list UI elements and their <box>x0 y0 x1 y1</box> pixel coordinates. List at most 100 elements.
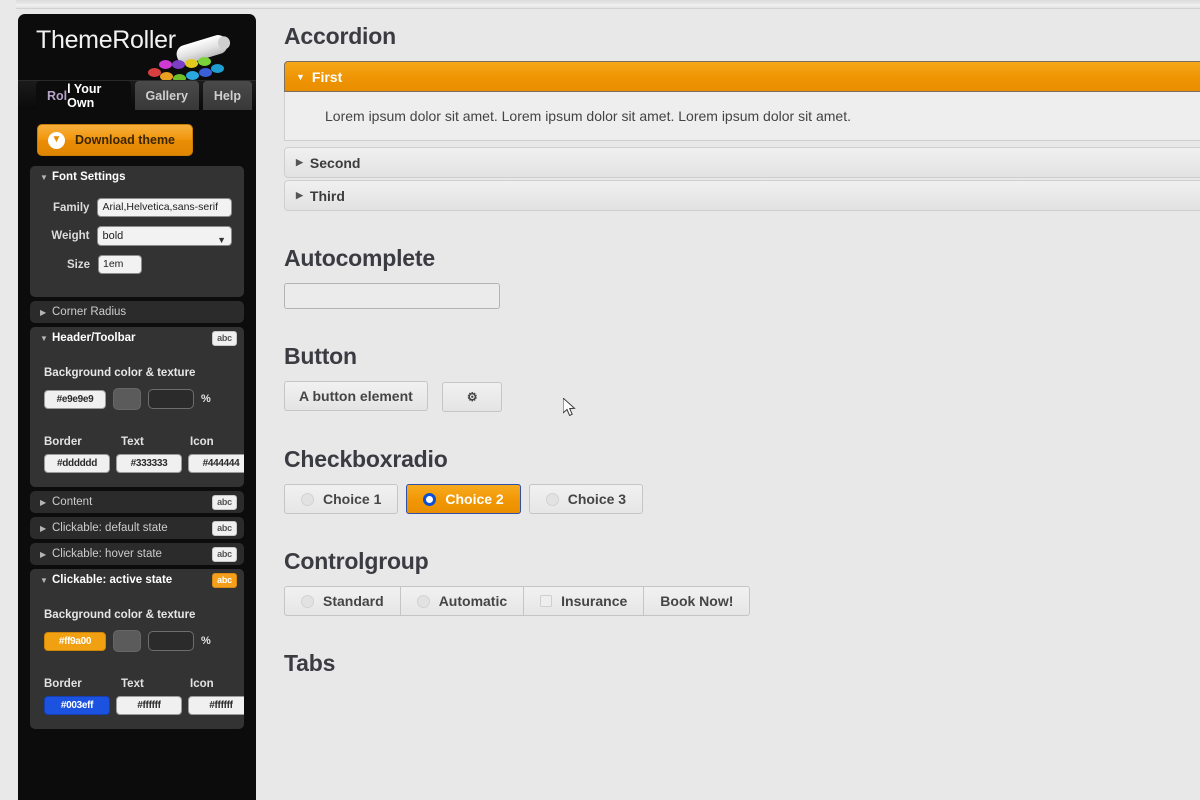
header-toolbar-text-label: Text <box>121 436 144 448</box>
chevron-down-icon: ▼ <box>40 172 48 182</box>
controlgroup-automatic[interactable]: Automatic <box>399 586 524 616</box>
group-clickable-default-title: Clickable: default state <box>52 522 168 534</box>
accordion-header-first-label: First <box>311 68 343 85</box>
font-size-input[interactable]: 1em <box>98 255 142 274</box>
clickable-active-bg-label: Background color & texture <box>44 609 196 621</box>
header-toolbar-color-row: #dddddd #333333 #444444 <box>42 454 244 473</box>
download-theme-button[interactable]: ▼ Download theme <box>37 124 193 156</box>
checkbox-icon <box>540 595 553 607</box>
sidebar-tabs: Rol l Your Own Gallery Help <box>18 80 256 110</box>
group-clickable-default-badge[interactable]: abc <box>212 520 237 536</box>
themeroller-sidebar: ThemeRoller Roll Your Own Gallery Help <box>18 14 256 800</box>
checkboxradio-choice-3[interactable]: Choice 3 <box>528 484 644 514</box>
font-family-input[interactable]: Arial,Helvetica,sans-serif <box>97 198 232 217</box>
radio-icon <box>301 594 314 608</box>
font-family-label: Family <box>53 201 90 214</box>
gear-icon-button[interactable]: ⚙ <box>442 382 503 412</box>
mouse-cursor <box>563 398 576 417</box>
accordion-panel-first: Lorem ipsum dolor sit amet. Lorem ipsum … <box>284 92 1200 141</box>
controlgroup-insurance[interactable]: Insurance <box>523 586 644 616</box>
screen-root: ThemeRoller Roll Your Own Gallery Help <box>0 0 1200 800</box>
clickable-active-icon-color-input[interactable]: #ffffff <box>188 696 244 715</box>
controlgroup-insurance-label: Insurance <box>561 593 628 609</box>
group-clickable-default-header[interactable]: ▶ Clickable: default state abc <box>30 517 244 539</box>
header-toolbar-opacity-input[interactable] <box>148 389 194 409</box>
header-toolbar-icon-color-input[interactable]: #444444 <box>188 454 244 473</box>
tab-help[interactable]: Help <box>202 81 252 110</box>
download-arrow-icon: ▼ <box>48 131 65 149</box>
accordion-header-third[interactable]: ▶ Third <box>284 180 1200 211</box>
clickable-active-bg-color-input[interactable]: #ff9a00 <box>44 631 106 651</box>
window-left-frame <box>0 0 16 800</box>
controlgroup-widget: Standard Automatic Insurance Book Now! <box>284 586 1200 616</box>
group-font-settings-title: Font Settings <box>52 171 126 183</box>
controlgroup-book-now[interactable]: Book Now! <box>643 586 751 616</box>
header-toolbar-text-color-input[interactable]: #333333 <box>116 454 182 473</box>
checkboxradio-heading: Checkboxradio <box>284 446 448 472</box>
header-toolbar-percent-sign: % <box>201 393 211 405</box>
clickable-active-bg-row: #ff9a00 % <box>42 630 232 652</box>
chevron-right-icon: ▶ <box>40 307 47 317</box>
sidebar-header: ThemeRoller <box>18 14 256 83</box>
clickable-active-icon-label: Icon <box>190 678 214 690</box>
autocomplete-input[interactable] <box>284 283 500 309</box>
group-header-toolbar-badge[interactable]: abc <box>212 330 237 346</box>
group-content-badge[interactable]: abc <box>212 494 237 510</box>
button-row: A button element ⚙ <box>284 381 1200 412</box>
tab-gallery[interactable]: Gallery <box>134 81 199 110</box>
chevron-right-icon: ▶ <box>296 157 303 167</box>
controlgroup-heading: Controlgroup <box>284 548 429 574</box>
group-corner-radius: ▶ Corner Radius <box>30 301 244 323</box>
a-button-element-button[interactable]: A button element <box>284 381 428 411</box>
clickable-active-texture-picker[interactable] <box>113 630 141 652</box>
tabs-heading: Tabs <box>284 650 336 676</box>
checkboxradio-choice-2[interactable]: Choice 2 <box>406 484 521 514</box>
chevron-down-icon: ▼ <box>40 575 48 585</box>
group-clickable-active-header[interactable]: ▼ Clickable: active state abc <box>30 569 244 591</box>
clickable-active-border-color-input[interactable]: #003eff <box>44 696 110 715</box>
group-header-toolbar-title: Header/Toolbar <box>52 332 136 344</box>
controlgroup-standard[interactable]: Standard <box>284 586 400 616</box>
accordion-header-second[interactable]: ▶ Second <box>284 147 1200 178</box>
group-corner-radius-header[interactable]: ▶ Corner Radius <box>30 301 244 323</box>
chevron-right-icon: ▶ <box>40 497 47 507</box>
group-content: ▶ Content abc <box>30 491 244 513</box>
button-heading: Button <box>284 343 357 369</box>
checkboxradio-choice-1[interactable]: Choice 1 <box>284 484 399 514</box>
header-toolbar-border-color-input[interactable]: #dddddd <box>44 454 110 473</box>
paint-dots-icon <box>148 57 232 83</box>
header-toolbar-texture-picker[interactable] <box>113 388 141 410</box>
group-font-settings-body: Family Arial,Helvetica,sans-serif Weight… <box>30 188 244 297</box>
font-weight-select[interactable]: bold ▼ <box>97 226 232 246</box>
accordion-header-first[interactable]: ▼ First <box>284 61 1200 92</box>
group-font-settings: ▼ Font Settings Family Arial,Helvetica,s… <box>30 166 244 297</box>
app-logo-text: ThemeRoller <box>36 26 176 54</box>
chevron-down-icon: ▼ <box>296 71 305 82</box>
clickable-active-text-color-input[interactable]: #ffffff <box>116 696 182 715</box>
tab-roll-your-own[interactable]: Rol l Your Own <box>36 81 131 110</box>
clickable-active-border-label: Border <box>44 678 82 690</box>
group-content-header[interactable]: ▶ Content abc <box>30 491 244 513</box>
clickable-active-color-row: #003eff #ffffff #ffffff <box>42 696 244 715</box>
controlgroup-automatic-label: Automatic <box>438 593 508 609</box>
accordion-header-second-label: Second <box>309 154 361 171</box>
chevron-right-icon: ▶ <box>40 523 47 533</box>
field-font-size: Size 1em <box>42 255 232 274</box>
group-clickable-hover-header[interactable]: ▶ Clickable: hover state abc <box>30 543 244 565</box>
group-font-settings-header[interactable]: ▼ Font Settings <box>30 166 244 188</box>
window-top-frame <box>0 0 1200 9</box>
accordion-heading: Accordion <box>284 23 396 49</box>
group-header-toolbar-header[interactable]: ▼ Header/Toolbar abc <box>30 327 244 349</box>
group-clickable-active-badge[interactable]: abc <box>212 572 237 588</box>
header-toolbar-border-label: Border <box>44 436 82 448</box>
header-toolbar-bg-color-input[interactable]: #e9e9e9 <box>44 389 106 409</box>
group-clickable-hover-badge[interactable]: abc <box>212 546 237 562</box>
demo-content-area: Accordion ▼ First Lorem ipsum dolor sit … <box>264 9 1200 800</box>
header-toolbar-bg-label: Background color & texture <box>44 367 196 379</box>
clickable-active-opacity-input[interactable] <box>148 631 194 651</box>
radio-icon <box>416 594 430 608</box>
field-font-weight: Weight bold ▼ <box>42 226 232 246</box>
radio-icon <box>301 492 314 506</box>
header-toolbar-icon-label: Icon <box>190 436 214 448</box>
group-clickable-default: ▶ Clickable: default state abc <box>30 517 244 539</box>
